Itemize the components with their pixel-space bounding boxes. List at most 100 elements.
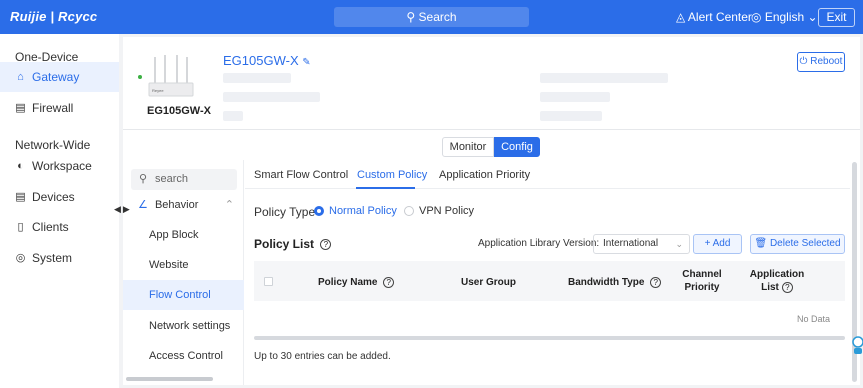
column-bandwidth-type: Bandwidth Type ?	[568, 276, 662, 289]
plus-icon: +	[704, 238, 711, 249]
sidebar-item-label: Devices	[32, 190, 75, 204]
sidebar-section-network-wide: Network-Wide	[15, 138, 91, 152]
column-channel-priority: Channel Priority	[679, 268, 725, 294]
tab-custom-policy[interactable]: Custom Policy	[357, 169, 427, 181]
active-tab-indicator	[356, 187, 415, 189]
collapse-toggle-icon[interactable]: ◀▶	[114, 204, 132, 215]
search-icon: ⚲	[139, 173, 148, 185]
chevron-up-icon: ⌃	[224, 199, 234, 211]
help-icon[interactable]: ?	[650, 276, 662, 288]
sidebar-item-label: System	[32, 251, 73, 265]
system-icon: ◎	[15, 252, 26, 264]
search-label: Search	[418, 10, 457, 24]
power-icon: ⏻	[799, 56, 808, 67]
help-icon[interactable]: ?	[781, 281, 793, 293]
table-horizontal-scrollbar[interactable]	[254, 336, 845, 340]
sidebar-item-label: Workspace	[32, 159, 92, 173]
device-info-redacted	[540, 73, 668, 83]
policy-list-title: Policy List ?	[254, 237, 332, 251]
firewall-icon: ▤	[15, 102, 26, 114]
section-divider	[123, 129, 860, 130]
help-icon[interactable]: ?	[383, 276, 395, 288]
clients-icon: ▯	[17, 221, 24, 233]
radio-vpn-policy[interactable]	[404, 206, 414, 216]
search-icon: ⚲	[406, 10, 416, 24]
app-logo: Ruijie | Rcycc	[10, 9, 98, 24]
column-policy-name: Policy Name ?	[318, 276, 395, 289]
column-policy-name-label: Policy Name	[318, 277, 378, 288]
device-info-redacted	[223, 92, 320, 102]
subnav-item-app-block[interactable]: App Block	[123, 220, 244, 250]
device-info-redacted	[540, 111, 602, 121]
device-title[interactable]: EG105GW-X ✎	[223, 53, 311, 68]
column-user-group: User Group	[461, 277, 517, 288]
app-library-version-value: International	[603, 238, 659, 249]
add-label: Add	[712, 238, 731, 249]
sidebar-item-devices[interactable]: ▤ Devices	[0, 182, 119, 212]
column-bandwidth-type-label: Bandwidth Type	[568, 277, 645, 288]
trash-icon: 🗑	[754, 238, 768, 249]
router-image: Reyee	[148, 55, 194, 97]
app-library-version-label: Application Library Version:	[478, 238, 600, 249]
alert-center-label: Alert Center	[687, 10, 752, 24]
subnav-search-placeholder: search	[155, 173, 189, 185]
device-info-redacted	[540, 92, 610, 102]
radio-vpn-policy-label[interactable]: VPN Policy	[419, 205, 474, 217]
exit-button[interactable]: Exit	[818, 8, 855, 27]
app-library-version-select[interactable]: International ⌄	[593, 234, 690, 254]
sidebar-item-firewall[interactable]: ▤ Firewall	[0, 93, 119, 123]
device-info-redacted	[223, 73, 291, 83]
radio-normal-policy-label[interactable]: Normal Policy	[329, 205, 397, 217]
sidebar-item-clients[interactable]: ▯ Clients	[0, 212, 119, 242]
device-title-text: EG105GW-X	[223, 53, 299, 68]
column-channel-priority-line2: Priority	[684, 282, 720, 293]
sidebar-item-label: Clients	[32, 220, 69, 234]
help-icon[interactable]: ?	[320, 239, 332, 251]
radio-normal-policy[interactable]	[314, 206, 324, 216]
devices-icon: ▤	[15, 191, 26, 203]
subnav-group-behavior[interactable]: ∠ Behavior ⌃	[138, 196, 244, 214]
subnav-item-website-management[interactable]: Website Management	[123, 250, 244, 301]
assistant-robot-icon[interactable]	[849, 330, 863, 360]
tab-monitor[interactable]: Monitor	[442, 137, 494, 157]
language-label: English	[764, 10, 805, 24]
alert-center-button[interactable]: ◬ Alert Center	[676, 10, 752, 24]
online-status-dot	[138, 75, 142, 79]
sidebar-item-gateway[interactable]: ⌂ Gateway	[0, 62, 119, 92]
workspace-icon: ◐	[17, 160, 24, 172]
subnav-item-access-control[interactable]: Access Control	[123, 341, 244, 371]
subnav-item-network-settings[interactable]: Network settings	[123, 311, 244, 341]
subnav-item-flow-control[interactable]: Flow Control	[123, 280, 244, 310]
device-model-label: EG105GW-X	[147, 105, 211, 117]
policy-type-label: Policy Type	[254, 205, 316, 219]
subnav-horizontal-scrollbar[interactable]	[126, 377, 213, 381]
language-selector[interactable]: ◎ English ⌄	[751, 10, 818, 24]
sidebar-item-label: Firewall	[32, 101, 74, 115]
global-search[interactable]: ⚲ Search	[334, 7, 529, 27]
add-button[interactable]: + Add	[693, 234, 742, 254]
tab-smart-flow-control[interactable]: Smart Flow Control	[254, 169, 348, 181]
router-brand-text: Reyee	[152, 88, 164, 93]
subnav-search-input[interactable]: ⚲ search	[131, 169, 237, 190]
no-data-text: No Data	[797, 314, 831, 324]
reboot-button[interactable]: ⏻ Reboot	[797, 52, 845, 72]
globe-icon: ◎	[751, 10, 762, 24]
sidebar-item-workspace[interactable]: ◐ Workspace	[0, 151, 119, 181]
column-application-list: Application List?	[749, 268, 805, 294]
delete-selected-button[interactable]: 🗑 Delete Selected	[750, 234, 845, 254]
sidebar-item-system[interactable]: ◎ System	[0, 243, 119, 273]
column-channel-priority-line1: Channel	[682, 269, 722, 280]
entries-limit-note: Up to 30 entries can be added.	[254, 351, 391, 362]
bell-icon: ◬	[676, 10, 686, 24]
delete-selected-label: Delete Selected	[769, 238, 841, 249]
tab-config[interactable]: Config	[494, 137, 540, 157]
select-all-checkbox[interactable]	[264, 277, 273, 286]
reboot-label: Reboot	[810, 56, 843, 67]
subnav-group-label: Behavior	[154, 199, 199, 211]
chevron-down-icon: ⌄	[807, 10, 818, 24]
edit-icon[interactable]: ✎	[302, 57, 310, 68]
policy-list-title-text: Policy List	[254, 237, 315, 251]
tab-application-priority[interactable]: Application Priority	[439, 169, 530, 181]
column-application-list-line1: Application	[749, 269, 805, 280]
tabs-baseline	[245, 188, 850, 189]
